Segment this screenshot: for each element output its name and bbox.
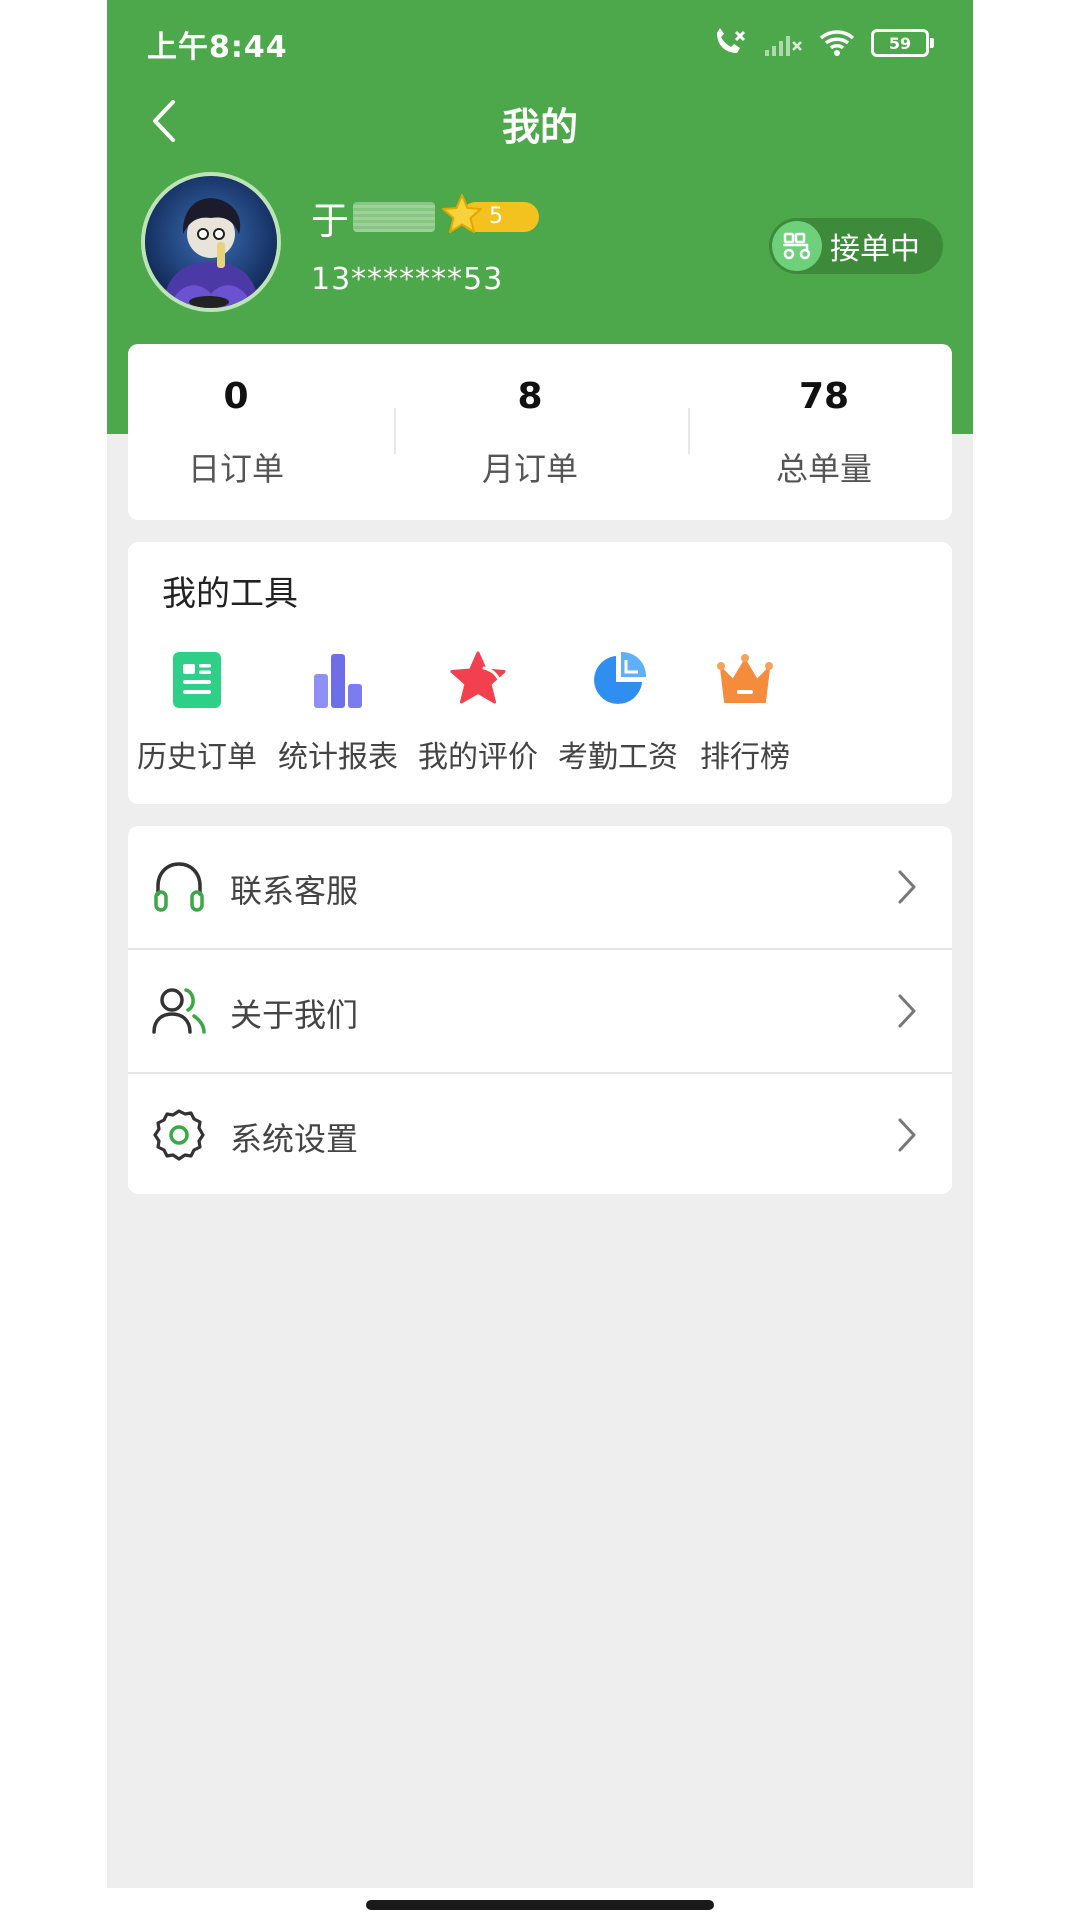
menu-item-contact-support[interactable]: 联系客服	[128, 826, 952, 948]
users-icon	[152, 988, 206, 1034]
battery-icon: 59	[871, 29, 934, 57]
stat-value: 0	[223, 376, 249, 417]
tool-label: 我的评价	[418, 740, 538, 775]
pie-chart-icon	[594, 651, 647, 704]
star-icon	[450, 651, 506, 704]
settings-gear-icon	[153, 1109, 205, 1161]
stat-total-orders[interactable]: 78 总单量	[724, 376, 924, 490]
user-name-row: 于 5	[311, 192, 540, 243]
name-redacted	[353, 202, 436, 232]
menu-card: 联系客服 关于我们 系统设置	[128, 826, 952, 1194]
chevron-right-icon	[898, 1118, 916, 1152]
menu-label: 系统设置	[230, 1120, 359, 1158]
menu-label: 联系客服	[230, 872, 359, 910]
stat-label: 日订单	[187, 450, 284, 488]
work-status-toggle[interactable]: 接单中	[769, 218, 943, 274]
status-bar: 上午8:44 59	[107, 0, 973, 84]
stat-daily-orders[interactable]: 0 日订单	[136, 376, 336, 490]
tool-statistics-report[interactable]: 统计报表	[263, 650, 413, 776]
top-nav: 我的	[107, 84, 973, 156]
tool-label: 历史订单	[137, 740, 257, 775]
user-phone: 13*******53	[311, 262, 504, 297]
level-number: 5	[489, 204, 504, 229]
chevron-right-icon	[898, 994, 916, 1028]
stat-value: 78	[798, 376, 850, 417]
menu-item-about-us[interactable]: 关于我们	[128, 950, 952, 1072]
stat-value: 8	[517, 376, 543, 417]
user-name: 于	[311, 198, 350, 243]
avatar-image	[145, 176, 277, 308]
battery-level: 59	[888, 33, 912, 53]
status-icons: 59	[713, 26, 934, 60]
headset-icon	[154, 862, 204, 912]
bar-chart-icon	[314, 654, 362, 708]
signal-icon	[765, 36, 802, 56]
crown-icon	[717, 654, 773, 703]
app-screen: 上午8:44 59 我的 于 5 13*******53 接单中 0 日订单 8…	[107, 0, 973, 1888]
stat-divider	[688, 408, 690, 454]
stat-label: 月订单	[481, 450, 578, 488]
stat-monthly-orders[interactable]: 8 月订单	[430, 376, 630, 490]
stat-divider	[394, 408, 396, 454]
tool-my-reviews[interactable]: 我的评价	[403, 650, 553, 776]
tools-card: 我的工具 历史订单 统计报表 我的评价 考勤工资 排行榜	[128, 542, 952, 804]
level-star-icon	[442, 194, 483, 233]
stats-card: 0 日订单 8 月订单 78 总单量	[128, 344, 952, 520]
status-time: 上午8:44	[147, 30, 288, 65]
level-badge: 5	[442, 194, 540, 234]
order-list-icon	[173, 652, 221, 708]
menu-label: 关于我们	[230, 996, 359, 1034]
menu-item-system-settings[interactable]: 系统设置	[128, 1074, 952, 1196]
avatar[interactable]	[141, 172, 281, 312]
page-title: 我的	[501, 105, 578, 149]
tool-label: 统计报表	[278, 740, 398, 775]
delivery-icon	[772, 221, 822, 271]
tool-history-orders[interactable]: 历史订单	[122, 650, 272, 776]
tool-label: 排行榜	[700, 740, 790, 775]
stat-label: 总单量	[775, 450, 872, 488]
tools-title: 我的工具	[162, 574, 298, 614]
call-muted-icon	[717, 28, 746, 53]
chevron-right-icon	[898, 870, 916, 904]
work-status-label: 接单中	[830, 232, 920, 267]
wifi-icon	[819, 30, 855, 56]
tool-leaderboard[interactable]: 排行榜	[670, 650, 820, 776]
home-indicator[interactable]	[366, 1900, 714, 1910]
